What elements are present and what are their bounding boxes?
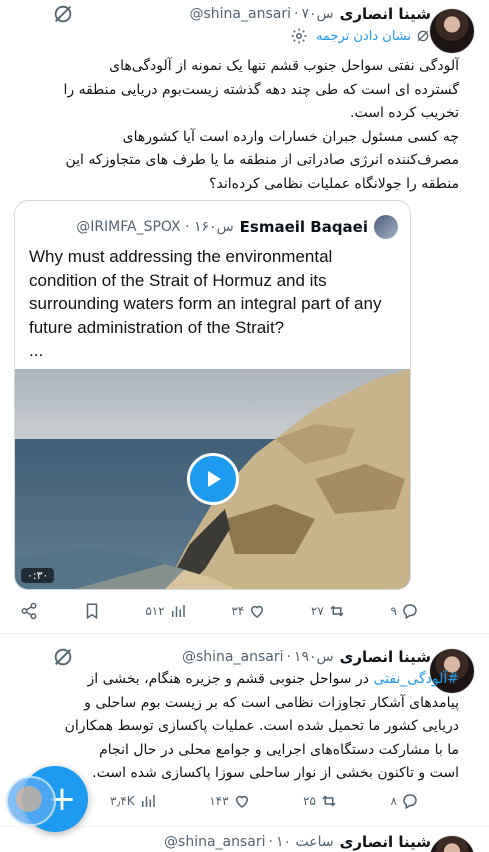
translate-icon xyxy=(417,30,429,42)
touch-indicator-core xyxy=(16,786,42,812)
tweet-text: آلودگی نفتی سواحل جنوب قشم تنها یک نمونه… xyxy=(63,58,459,192)
grok-icon[interactable] xyxy=(52,646,74,668)
reply-icon xyxy=(403,604,417,620)
like-icon xyxy=(251,605,264,618)
translate-label: نشان دادن ترجمه xyxy=(315,28,411,44)
bookmark-button[interactable] xyxy=(83,602,101,620)
quote-ellipsis: ... xyxy=(29,341,44,360)
views-button[interactable]: ۳٫۴K xyxy=(110,792,157,810)
play-icon xyxy=(208,471,221,487)
quote-header: Esmaeil Baqaei @IRIMFA_SPOX · ۱۶۰س xyxy=(76,215,398,239)
play-button[interactable] xyxy=(187,453,239,505)
like-count: ۳۴ xyxy=(231,604,245,618)
hashtag-link[interactable]: #آلودگی_نفتی xyxy=(373,671,459,687)
share-button[interactable] xyxy=(20,602,38,620)
like-button[interactable]: ۱۴۳ xyxy=(209,792,250,810)
post-time[interactable]: ۷۰س xyxy=(301,6,333,22)
tweet-text: #آلودگی_نفتی در سواحل جنوبی قشم و جزیره … xyxy=(39,668,459,786)
gear-icon[interactable] xyxy=(290,27,308,45)
quote-time[interactable]: ۱۶۰س xyxy=(194,219,234,235)
views-icon xyxy=(171,605,185,617)
author-handle-time: @shina_ansari · ۱۰ ساعت xyxy=(164,834,334,850)
like-button[interactable]: ۳۴ xyxy=(231,602,266,620)
author-handle[interactable]: @shina_ansari xyxy=(164,834,265,850)
tweet-header: شینا انصاری @shina_ansari · ۷۰س xyxy=(190,3,432,25)
avatar[interactable] xyxy=(429,8,475,54)
grok-icon[interactable] xyxy=(52,3,74,25)
quote-handle-time: @IRIMFA_SPOX · ۱۶۰س xyxy=(76,219,234,235)
tweet-3[interactable]: شینا انصاری @shina_ansari · ۱۰ ساعت xyxy=(0,827,489,852)
video-duration: ۰:۳۰ xyxy=(21,568,55,583)
retweet-button[interactable]: ۲۷ xyxy=(311,602,346,620)
author-name[interactable]: شینا انصاری xyxy=(340,648,431,666)
bookmark-icon xyxy=(86,603,97,620)
author-handle[interactable]: @shina_ansari xyxy=(182,649,283,665)
post-time[interactable]: ۱۹۰س xyxy=(294,649,334,665)
tweet-header: شینا انصاری @shina_ansari · ۱۹۰س xyxy=(182,646,431,668)
retweet-count: ۲۷ xyxy=(310,604,324,618)
tweet-actions: ۳٫۴K ۱۴۳ ۲۵ ۸ xyxy=(110,790,419,812)
quoted-tweet[interactable]: Esmaeil Baqaei @IRIMFA_SPOX · ۱۶۰س Why m… xyxy=(14,200,411,590)
reply-button[interactable]: ۹ xyxy=(390,602,418,620)
views-count: ۳٫۴K xyxy=(110,794,135,808)
views-icon xyxy=(141,795,155,807)
video-media[interactable]: ۰:۳۰ xyxy=(15,369,410,589)
tweet-header: شینا انصاری @shina_ansari · ۱۰ ساعت xyxy=(164,831,431,852)
like-icon xyxy=(235,795,248,808)
author-name[interactable]: شینا انصاری xyxy=(340,833,431,851)
quote-text: Why must addressing the environmental co… xyxy=(29,245,396,363)
quote-handle[interactable]: @IRIMFA_SPOX xyxy=(76,219,180,235)
post-time[interactable]: ۱۰ ساعت xyxy=(276,834,334,850)
retweet-icon xyxy=(330,605,344,617)
reply-count: ۸ xyxy=(390,794,397,808)
quote-avatar[interactable] xyxy=(374,215,398,239)
author-handle-time: @shina_ansari · ۷۰س xyxy=(189,6,334,22)
share-icon xyxy=(21,602,37,620)
retweet-count: ۲۵ xyxy=(303,794,316,808)
reply-button[interactable]: ۸ xyxy=(391,792,419,810)
tweet-actions: ۵۱۲ ۳۴ ۲۷ ۹ xyxy=(20,600,419,622)
translate-link[interactable]: نشان دادن ترجمه xyxy=(290,27,431,45)
author-name[interactable]: شینا انصاری xyxy=(340,5,431,23)
reply-count: ۹ xyxy=(390,604,397,618)
author-handle-time: @shina_ansari · ۱۹۰س xyxy=(181,649,334,665)
reply-icon xyxy=(403,794,417,810)
tweet-1[interactable]: شینا انصاری @shina_ansari · ۷۰س نشان داد… xyxy=(0,0,489,632)
tweet-body: در سواحل جنوبی قشم و جزیره هنگام، بخشی ا… xyxy=(64,671,459,781)
avatar[interactable] xyxy=(429,835,475,852)
like-count: ۱۴۳ xyxy=(209,794,229,808)
retweet-button[interactable]: ۲۵ xyxy=(303,792,338,810)
quote-body: Why must addressing the environmental co… xyxy=(29,247,382,337)
quote-author-name[interactable]: Esmaeil Baqaei xyxy=(240,218,368,236)
retweet-icon xyxy=(322,795,336,807)
author-handle[interactable]: @shina_ansari xyxy=(190,6,291,22)
views-button[interactable]: ۵۱۲ xyxy=(145,602,186,620)
views-count: ۵۱۲ xyxy=(145,604,165,618)
